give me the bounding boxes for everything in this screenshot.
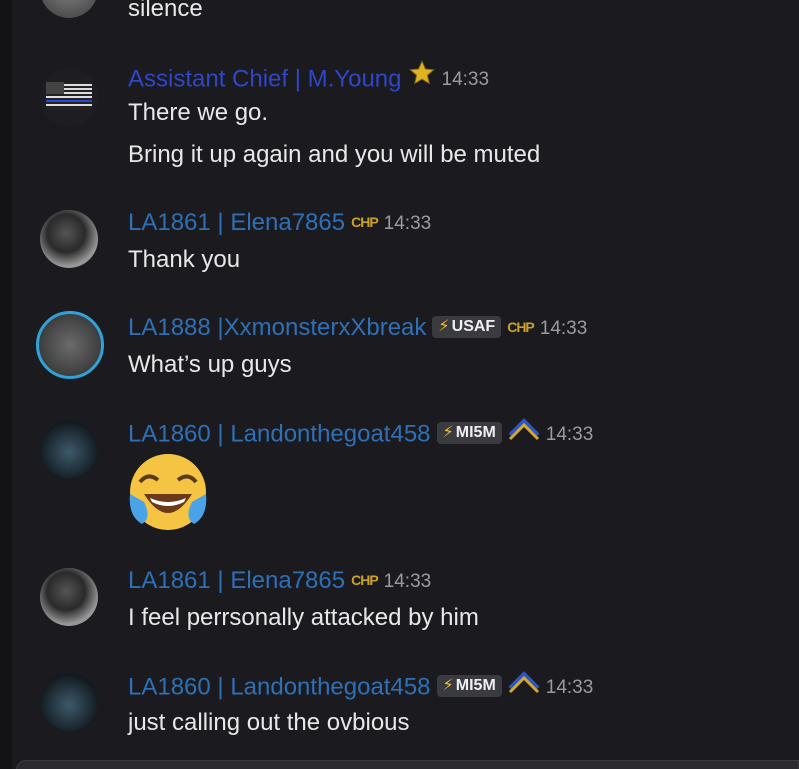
message-text: silence [128, 0, 203, 22]
chevron-rank-icon [508, 415, 540, 449]
role-badge[interactable]: ⚡ MI5M [436, 675, 502, 697]
timestamp[interactable]: 14:33 [540, 318, 588, 339]
message-list[interactable]: silence Assistant Chief | M.Young 14:33 T… [12, 0, 799, 769]
message-text: I feel perrsonally attacked by him [128, 604, 479, 631]
author-label[interactable]: LA1860 | Landonthegoat458 [128, 673, 431, 700]
message-continuation: silence [12, 0, 799, 24]
author-name[interactable]: LA1860 | Landonthegoat458 ⚡ MI5M 14:33 [128, 418, 593, 452]
timestamp[interactable]: 14:33 [546, 424, 594, 445]
chp-tag: CHP [351, 571, 379, 588]
lightning-icon: ⚡ [442, 424, 454, 441]
chp-tag: CHP [351, 213, 379, 230]
author-name[interactable]: Assistant Chief | M.Young 14:33 [128, 59, 490, 98]
message-text: just calling out the ovbious [128, 709, 410, 736]
star-icon [408, 59, 436, 95]
avatar[interactable] [40, 568, 98, 626]
timestamp[interactable]: 14:33 [442, 69, 490, 90]
role-badge[interactable]: ⚡ USAF [432, 315, 502, 338]
author-name[interactable]: LA1861 | Elena7865 CHP 14:33 [128, 566, 431, 597]
badge-label: MI5M [455, 677, 496, 694]
message-text: What’s up guys [128, 351, 292, 378]
author-name[interactable]: LA1861 | Elena7865 CHP 14:33 [128, 208, 431, 239]
author-label[interactable]: LA1888 |XxmonsterxXbreak [128, 314, 426, 341]
avatar[interactable] [40, 673, 98, 731]
message-text: There we go. [128, 99, 269, 126]
server-rail [0, 0, 12, 769]
badge-label: MI5M [455, 424, 496, 441]
avatar[interactable] [40, 0, 98, 18]
timestamp[interactable]: 14:33 [384, 213, 432, 234]
author-label[interactable]: LA1861 | Elena7865 [128, 209, 345, 236]
avatar[interactable] [40, 68, 98, 126]
joy-emoji-icon [126, 452, 210, 536]
lightning-icon: ⚡ [438, 317, 450, 335]
avatar[interactable] [40, 210, 98, 268]
message-composer[interactable] [16, 760, 799, 769]
avatar[interactable] [36, 311, 104, 379]
avatar[interactable] [40, 420, 98, 478]
lightning-icon: ⚡ [442, 677, 454, 694]
chevron-rank-icon [508, 668, 540, 702]
timestamp[interactable]: 14:33 [384, 571, 432, 592]
author-label[interactable]: LA1860 | Landonthegoat458 [128, 420, 431, 447]
timestamp[interactable]: 14:33 [546, 677, 594, 698]
chp-tag: CHP [507, 318, 535, 335]
message-text: Thank you [128, 246, 241, 273]
role-badge[interactable]: ⚡ MI5M [436, 422, 502, 444]
message-text: Bring it up again and you will be muted [128, 141, 541, 168]
thin-blue-line-flag-avatar [40, 68, 98, 126]
author-label[interactable]: LA1861 | Elena7865 [128, 567, 345, 594]
author-name[interactable]: LA1860 | Landonthegoat458 ⚡ MI5M 14:33 [128, 671, 593, 705]
author-name[interactable]: LA1888 |XxmonsterxXbreak ⚡ USAF CHP 14:33 [128, 313, 587, 344]
author-label[interactable]: Assistant Chief | M.Young [128, 65, 402, 92]
badge-label: USAF [451, 317, 496, 335]
